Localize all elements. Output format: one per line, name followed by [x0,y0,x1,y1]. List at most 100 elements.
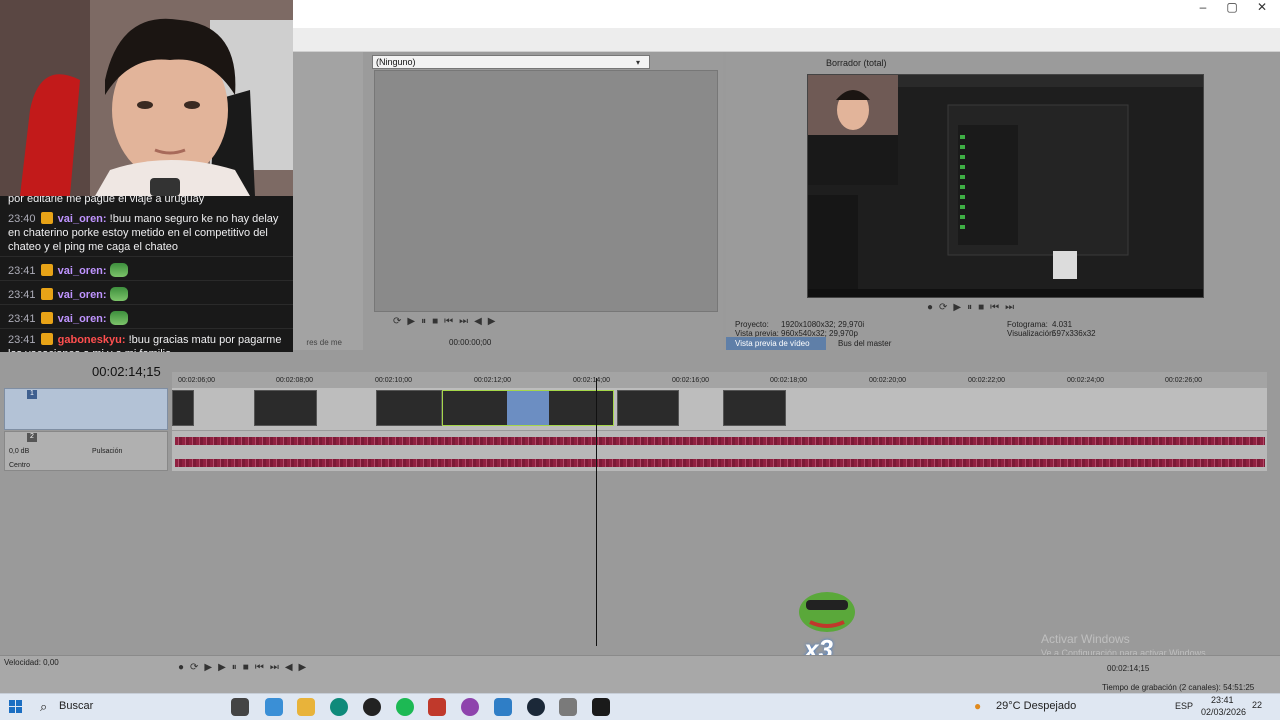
maximize-button[interactable]: ▢ [1216,0,1248,16]
chat-message: 23:41 vai_oren: [0,280,293,304]
language-indicator[interactable]: ESP [1175,701,1193,711]
ruler-tick: 00:02:20;00 [869,377,906,384]
playhead[interactable] [596,378,597,646]
search-box[interactable]: Buscar [34,695,214,718]
obs-icon[interactable] [363,698,381,716]
video-clip[interactable] [376,390,442,426]
close-button[interactable]: ✕ [1246,0,1278,16]
preview-image [808,75,1203,297]
speed-label: Velocidad: 0,00 [4,658,59,667]
chatterino-icon[interactable] [494,698,512,716]
weather-text[interactable]: 29°C Despejado [996,700,1076,712]
cursor-time: 00:02:14;15 [1107,664,1150,673]
pepe-sticker-icon [796,582,858,634]
ruler-tick: 00:02:22;00 [968,377,1005,384]
pepe-emote-icon [109,287,128,301]
chat-username[interactable]: vai_oren: [58,213,107,225]
spotify-icon[interactable] [396,698,414,716]
badge-icon [40,212,53,224]
chat-panel: por editarle me pague el viaje a uruguay… [0,196,293,360]
track-number: 2 [27,433,37,442]
weather-icon: ● [974,699,982,713]
chat-username[interactable]: vai_oren: [58,313,107,325]
chat-time: 23:40 [8,213,36,225]
ruler-tick: 00:02:10;00 [375,377,412,384]
ruler-tick: 00:02:16;00 [672,377,709,384]
chat-username[interactable]: gaboneskyu: [58,334,126,346]
pulse-mode[interactable]: Pulsación [92,448,122,455]
webcam-overlay [0,0,293,196]
edge-icon[interactable] [330,698,348,716]
terminal-icon[interactable] [592,698,610,716]
notification-badge[interactable]: 22 [1252,700,1262,710]
ruler-tick: 00:02:12;00 [474,377,511,384]
app-icon[interactable] [461,698,479,716]
activation-title: Activar Windows [1041,632,1130,646]
chat-time: 23:41 [8,289,36,301]
chat-message: 23:41 vai_oren: [0,256,293,280]
video-clip[interactable] [172,390,194,426]
audio-waveform [175,437,1265,445]
status-bar [0,677,1280,693]
record-time: Tiempo de grabación (2 canales): 54:51:2… [1102,683,1255,692]
steam-icon[interactable] [527,698,545,716]
project-value: 1920x1080x32; 29,970i [781,320,865,329]
pepe-emote-icon [109,263,128,277]
ruler-tick: 00:02:06;00 [178,377,215,384]
vegas-icon[interactable] [428,698,446,716]
trimmer-transport[interactable]: ⟳▶⏸■⏮⏭◀▶ [393,316,502,327]
badge-icon [40,288,53,300]
video-track[interactable] [172,388,1267,430]
badge-icon [40,264,53,276]
preview-transport[interactable]: ●⟳▶⏸■⏮⏭ [927,302,1020,313]
tab-media[interactable]: res de me [262,338,342,349]
video-clip[interactable] [254,390,317,426]
chevron-down-icon[interactable]: ▾ [636,58,640,67]
pepe-emote-icon [109,311,128,325]
trimmer-view [374,70,718,312]
audio-waveform [175,459,1265,467]
minimize-button[interactable]: – [1187,0,1219,16]
ruler-tick: 00:02:18;00 [770,377,807,384]
video-clip[interactable] [617,390,679,426]
toolbar [293,28,1280,52]
app-icon[interactable] [559,698,577,716]
preview-screen [807,74,1204,298]
chat-username[interactable]: vai_oren: [58,265,107,277]
frame-label: Fotograma: [1007,320,1048,329]
display-label: Visualización: [1007,329,1056,338]
clock-date[interactable]: 02/03/2026 [1201,707,1246,717]
task-view-icon[interactable] [231,698,249,716]
trimmer-selector[interactable]: (Ninguno) [372,55,650,69]
ruler-tick: 00:02:14;00 [573,377,610,384]
ruler-tick: 00:02:08;00 [276,377,313,384]
chat-message: 23:40 vai_oren: !buu mano seguro ke no h… [0,210,293,256]
trimmer-timecode: 00:00:00;00 [449,338,492,347]
video-clip[interactable] [723,390,786,426]
tab-video-preview[interactable]: Vista previa de vídeo [726,337,826,350]
webcam-image [0,0,293,196]
track-number: 1 [27,390,37,399]
chat-message: 23:41 vai_oren: [0,304,293,328]
windows-start-icon[interactable] [9,700,23,714]
chat-time: 23:41 [8,313,36,325]
chat-username[interactable]: vai_oren: [58,289,107,301]
file-explorer-icon[interactable] [297,698,315,716]
tab-master-bus[interactable]: Bus del master [838,339,891,348]
chat-time: 23:41 [8,334,36,346]
timeline-transport[interactable]: ●⟳▶▶⏸■⏮⏭◀▶ [178,662,312,673]
ruler-tick: 00:02:24;00 [1067,377,1104,384]
pan-value: Centro [9,462,31,469]
clock-time[interactable]: 23:41 [1211,695,1234,705]
explorer-panel [293,52,363,350]
clip-selection [507,391,549,425]
app-icon[interactable] [265,698,283,716]
frame-value: 4.031 [1052,320,1073,329]
timeline-timecode: 00:02:14;15 [92,364,161,379]
display-value: 597x336x32 [1052,329,1096,338]
chat-text: por editarle me pague el viaje a uruguay [8,196,205,205]
volume-value: 0,0 dB [9,448,30,455]
project-label: Proyecto: [735,320,769,329]
preview-mode-dropdown[interactable]: Borrador (total) [826,58,887,68]
chat-message: por editarle me pague el viaje a uruguay [0,196,293,210]
